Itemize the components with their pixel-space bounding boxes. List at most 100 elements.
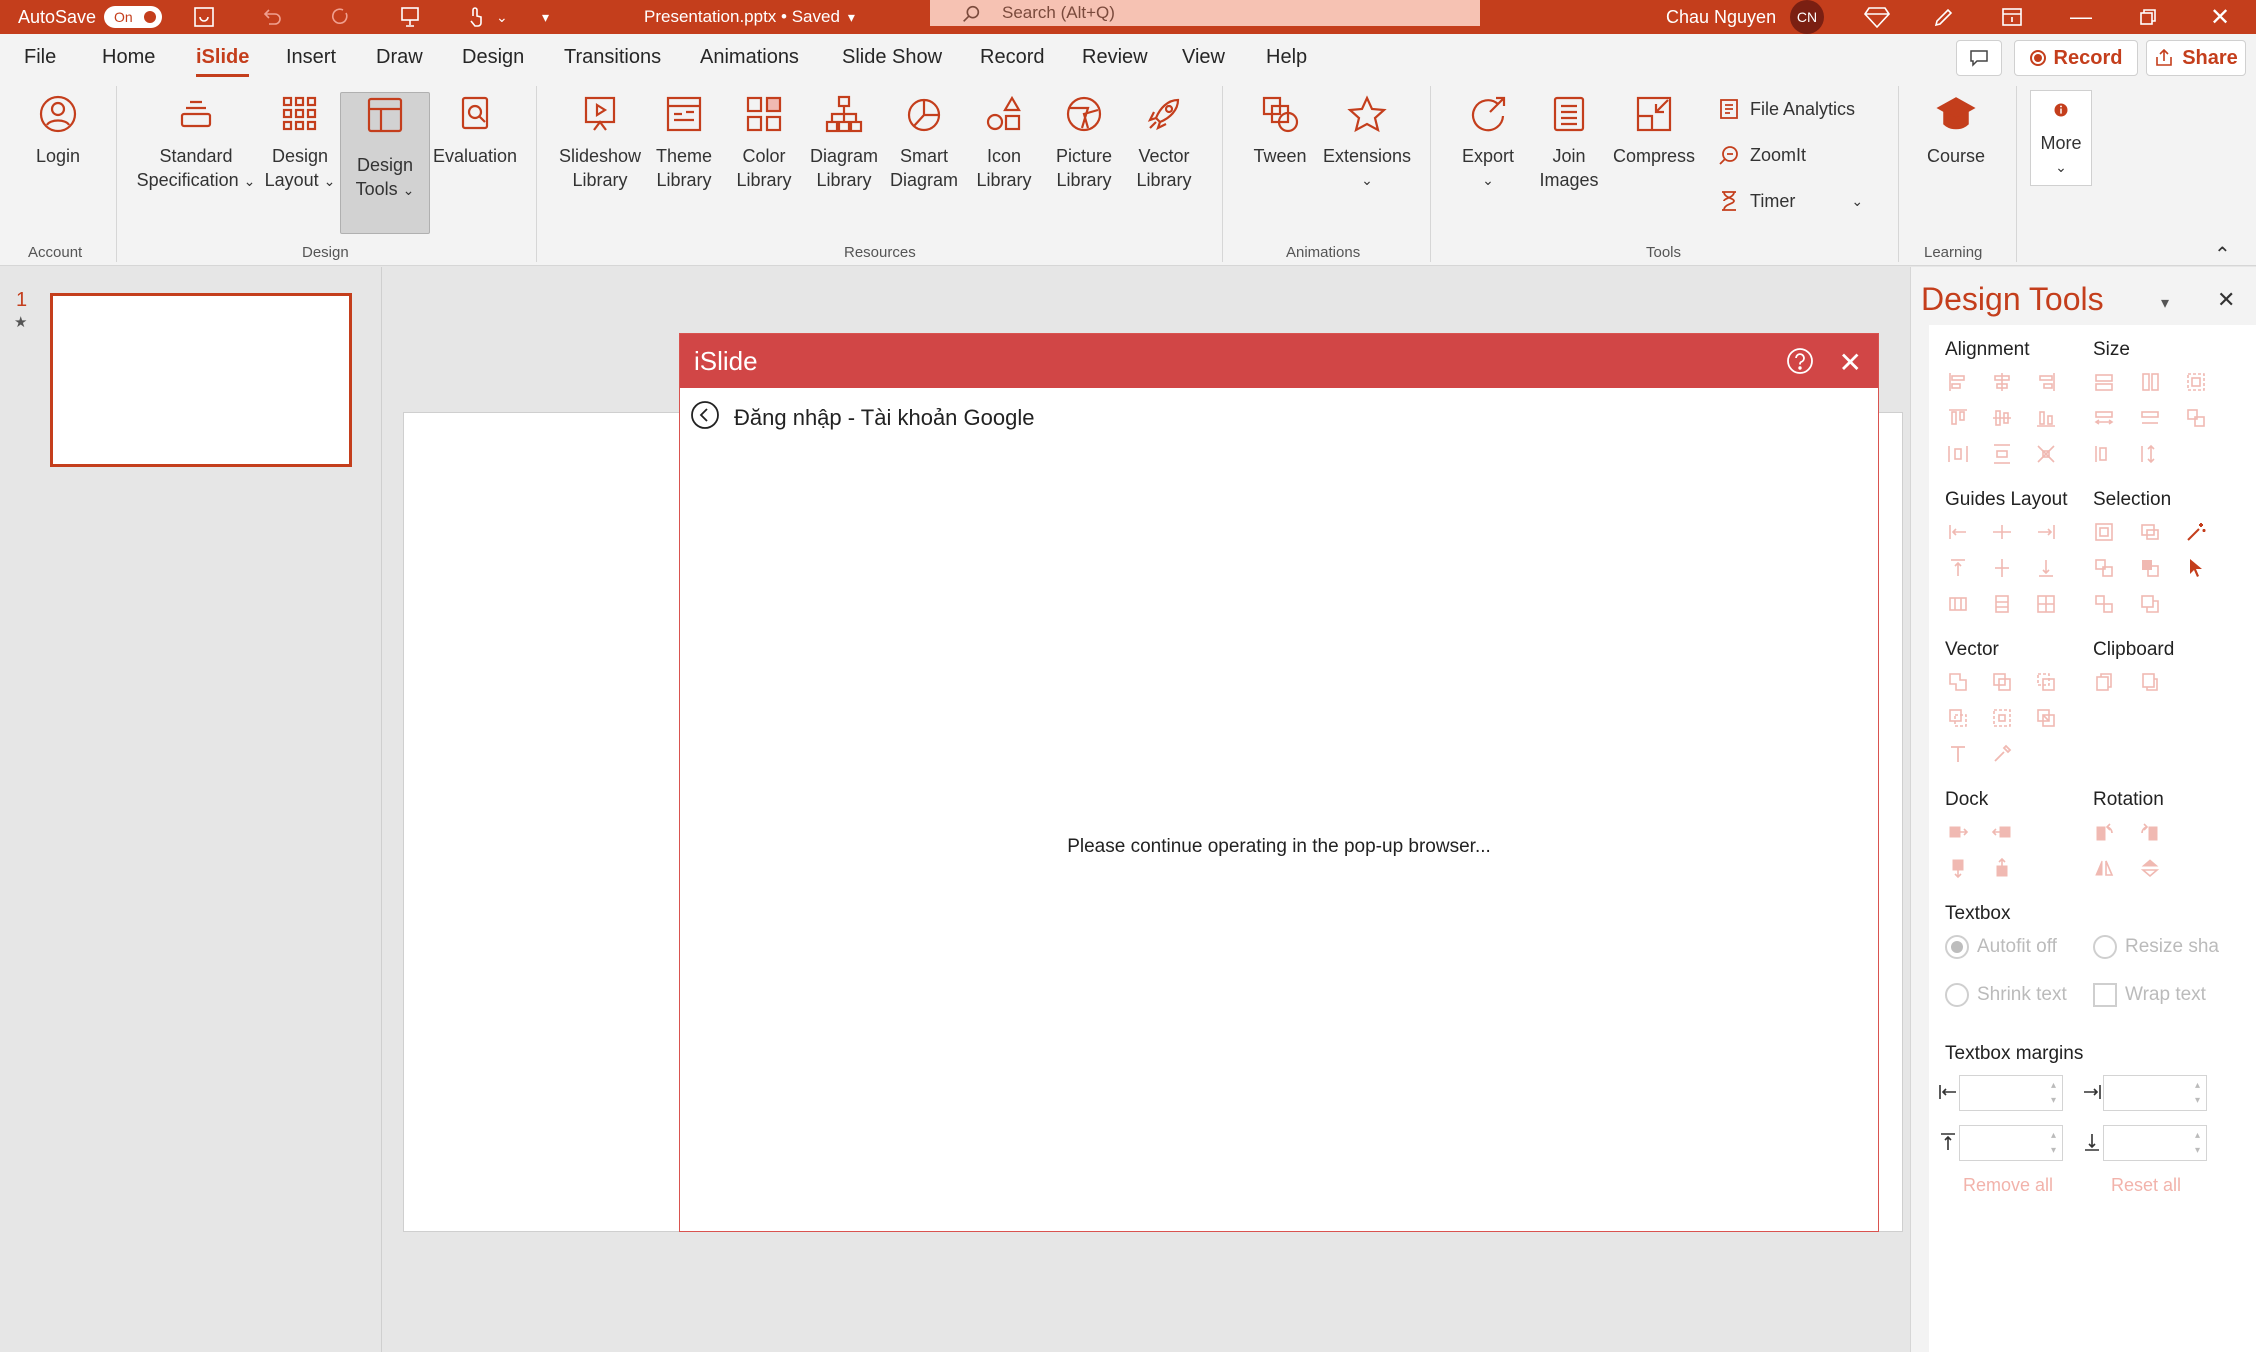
- select-group-icon[interactable]: [2093, 593, 2115, 615]
- align-center-icon[interactable]: [1991, 371, 2013, 393]
- shrink-text-radio[interactable]: Shrink text: [1945, 983, 2067, 1007]
- design-tools-button[interactable]: Design Tools ⌄: [340, 92, 430, 234]
- distribute-horizontal-icon[interactable]: [1947, 443, 1969, 465]
- align-left-icon[interactable]: [1947, 371, 1969, 393]
- cursor-icon[interactable]: [2185, 557, 2207, 579]
- tab-file[interactable]: File: [24, 46, 56, 69]
- guide-middle-icon[interactable]: [1991, 557, 2013, 579]
- color-library-button[interactable]: Color Library: [728, 94, 800, 192]
- pane-options-icon[interactable]: ▾: [2161, 293, 2169, 313]
- vector-subtract-icon[interactable]: [1991, 707, 2013, 729]
- tab-animations[interactable]: Animations: [700, 46, 799, 69]
- vector-intersect-icon[interactable]: [1947, 707, 1969, 729]
- picture-library-button[interactable]: Picture Library: [1046, 94, 1122, 192]
- comments-button[interactable]: [1956, 40, 2002, 76]
- collapse-ribbon-icon[interactable]: ⌃: [2214, 242, 2231, 267]
- align-middle-icon[interactable]: [1991, 407, 2013, 429]
- vector-split-icon[interactable]: [2035, 707, 2057, 729]
- premium-diamond-icon[interactable]: [1864, 0, 1890, 34]
- tween-button[interactable]: Tween: [1246, 94, 1314, 168]
- close-window-icon[interactable]: ✕: [2210, 0, 2230, 34]
- same-height-icon[interactable]: [2139, 371, 2161, 393]
- slide-thumbnail[interactable]: [50, 293, 352, 467]
- margin-right-input[interactable]: [2103, 1075, 2207, 1111]
- vector-fragment-icon[interactable]: [2035, 671, 2057, 693]
- margin-left-input[interactable]: [1959, 1075, 2063, 1111]
- resize-shape-radio[interactable]: Resize sha: [2093, 935, 2219, 959]
- tab-slide-show[interactable]: Slide Show: [842, 46, 942, 69]
- tab-islide[interactable]: iSlide: [196, 46, 250, 77]
- autosave-toggle[interactable]: On: [104, 6, 162, 28]
- align-top-icon[interactable]: [1947, 407, 1969, 429]
- slideshow-library-button[interactable]: Slideshow Library: [554, 94, 646, 192]
- margin-top-input[interactable]: [1959, 1125, 2063, 1161]
- tab-design[interactable]: Design: [462, 46, 524, 69]
- share-button[interactable]: Share: [2146, 40, 2246, 76]
- evaluation-button[interactable]: Evaluation: [430, 94, 520, 168]
- record-button[interactable]: Record: [2014, 40, 2138, 76]
- search-box[interactable]: Search (Alt+Q): [930, 0, 1480, 26]
- smart-diagram-button[interactable]: Smart Diagram: [886, 94, 962, 192]
- tab-home[interactable]: Home: [102, 46, 155, 69]
- vector-combine-icon[interactable]: [1991, 671, 2013, 693]
- redo-icon[interactable]: [328, 0, 352, 34]
- timer-button[interactable]: Timer ⌄: [1718, 190, 1863, 212]
- height-fit-icon[interactable]: [2139, 407, 2161, 429]
- tab-view[interactable]: View: [1182, 46, 1225, 69]
- autofit-off-radio[interactable]: Autofit off: [1945, 935, 2057, 959]
- pane-close-icon[interactable]: ✕: [2217, 287, 2235, 313]
- guide-bottom-icon[interactable]: [2035, 557, 2057, 579]
- login-button[interactable]: Login: [14, 94, 102, 168]
- file-analytics-button[interactable]: File Analytics: [1718, 98, 1855, 120]
- dock-right-icon[interactable]: [1991, 821, 2013, 843]
- vector-library-button[interactable]: Vector Library: [1126, 94, 1202, 192]
- select-overlap-icon[interactable]: [2093, 557, 2115, 579]
- dock-bottom-icon[interactable]: [1991, 857, 2013, 879]
- guide-grid-icon[interactable]: [2035, 593, 2057, 615]
- tab-review[interactable]: Review: [1082, 46, 1148, 69]
- zoomit-button[interactable]: ZoomIt: [1718, 144, 1806, 166]
- vector-union-icon[interactable]: [1947, 671, 1969, 693]
- select-similar-icon[interactable]: [2139, 521, 2161, 543]
- guide-row-icon[interactable]: [1991, 593, 2013, 615]
- select-front-icon[interactable]: [2139, 557, 2161, 579]
- standard-specification-button[interactable]: Standard Specification ⌄: [134, 94, 258, 193]
- extensions-button[interactable]: Extensions ⌄: [1320, 94, 1414, 192]
- guide-left-icon[interactable]: [1947, 521, 1969, 543]
- avatar[interactable]: CN: [1790, 0, 1824, 34]
- same-size-icon[interactable]: [2185, 371, 2207, 393]
- guide-column-icon[interactable]: [1947, 593, 1969, 615]
- icon-library-button[interactable]: Icon Library: [968, 94, 1040, 192]
- more-button[interactable]: More ⌄: [2030, 90, 2092, 186]
- back-arrow-icon[interactable]: [690, 400, 720, 436]
- touch-mode-icon[interactable]: ⌄: [464, 0, 508, 34]
- wrap-text-checkbox[interactable]: Wrap text: [2093, 983, 2206, 1007]
- restore-icon[interactable]: [2138, 0, 2158, 34]
- copy-style-icon[interactable]: [2093, 671, 2115, 693]
- align-bottom-icon[interactable]: [2035, 407, 2057, 429]
- eyedropper-icon[interactable]: [1991, 743, 2013, 765]
- help-icon[interactable]: [1786, 347, 1814, 382]
- design-layout-button[interactable]: Design Layout ⌄: [262, 94, 338, 193]
- rotate-right-icon[interactable]: [2139, 821, 2161, 843]
- align-right-icon[interactable]: [2035, 371, 2057, 393]
- dialog-close-icon[interactable]: ✕: [1839, 346, 1862, 379]
- join-images-button[interactable]: Join Images: [1532, 94, 1606, 192]
- diagram-library-button[interactable]: Diagram Library: [804, 94, 884, 192]
- reset-all-button[interactable]: Reset all: [2111, 1175, 2181, 1196]
- theme-library-button[interactable]: Theme Library: [648, 94, 720, 192]
- minimize-icon[interactable]: —: [2070, 0, 2092, 34]
- guide-right-icon[interactable]: [2035, 521, 2057, 543]
- guide-center-icon[interactable]: [1991, 521, 2013, 543]
- undo-icon[interactable]: [260, 0, 284, 34]
- present-icon[interactable]: [398, 0, 422, 34]
- text-tool-icon[interactable]: [1947, 743, 1969, 765]
- flip-vertical-icon[interactable]: [2139, 857, 2161, 879]
- paste-style-icon[interactable]: [2139, 671, 2161, 693]
- select-same-icon[interactable]: [2093, 521, 2115, 543]
- rotate-left-icon[interactable]: [2093, 821, 2115, 843]
- guide-top-icon[interactable]: [1947, 557, 1969, 579]
- customize-qat-icon[interactable]: ▾: [542, 0, 549, 34]
- size-left-icon[interactable]: [2093, 443, 2115, 465]
- course-button[interactable]: Course: [1916, 94, 1996, 168]
